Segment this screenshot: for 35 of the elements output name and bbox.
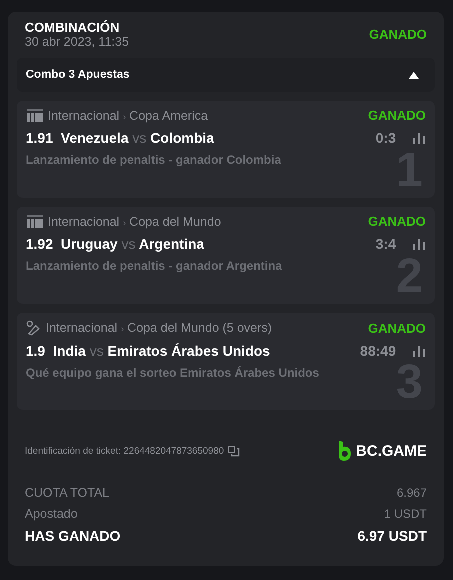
combo-toggle[interactable]: Combo 3 Apuestas — [17, 58, 435, 92]
market-text: Lanzamiento de penaltis - ganador Argentina — [26, 259, 284, 273]
football-logo-icon — [26, 108, 44, 122]
leg-status: GANADO — [368, 108, 426, 123]
match-line: 1.91 Venezuela vs Colombia — [26, 130, 214, 146]
total-value: 1 USDT — [384, 507, 427, 521]
match-score: 88:49 — [360, 343, 396, 359]
football-logo-icon — [26, 214, 44, 228]
league-path: Internacional › Copa America — [48, 108, 208, 122]
cricket-icon — [26, 320, 42, 336]
market-text: Qué equipo gana el sorteo Emiratos Árabes Unidos — [26, 366, 320, 380]
copy-icon[interactable] — [228, 446, 240, 456]
league-path: Internacional › Copa del Mundo — [48, 214, 222, 228]
stats-icon[interactable] — [413, 132, 426, 144]
market-text: Lanzamiento de penaltis - ganador Colombia — [26, 153, 282, 167]
leg-status: GANADO — [368, 320, 426, 336]
total-label: CUOTA TOTAL — [25, 486, 110, 500]
total-label: Apostado — [25, 507, 78, 521]
total-value: 6.967 — [396, 486, 427, 500]
leg-status: GANADO — [368, 214, 426, 229]
league-path: Internacional › Copa del Mundo (5 overs) — [46, 321, 272, 335]
total-value: 6.97 USDT — [358, 528, 427, 544]
match-line: 1.92 Uruguay vs Argentina — [26, 236, 204, 252]
bet-status: GANADO — [369, 27, 427, 42]
match-score: 3:4 — [376, 236, 396, 252]
logo-icon — [338, 441, 352, 461]
ticket-id: Identificación de ticket: 2264482047873650980 — [25, 446, 224, 456]
total-label: HAS GANADO — [25, 528, 121, 544]
brand-name: BC.GAME — [356, 442, 427, 460]
stats-icon[interactable] — [413, 346, 426, 356]
match-score: 0:3 — [376, 130, 396, 146]
bet-type: COMBINACIÓN — [25, 20, 121, 35]
bet-date: 30 abr 2023, 11:35 — [25, 35, 130, 49]
stats-icon[interactable] — [413, 238, 426, 250]
match-line: 1.9 India vs Emiratos Árabes Unidos — [26, 343, 270, 359]
